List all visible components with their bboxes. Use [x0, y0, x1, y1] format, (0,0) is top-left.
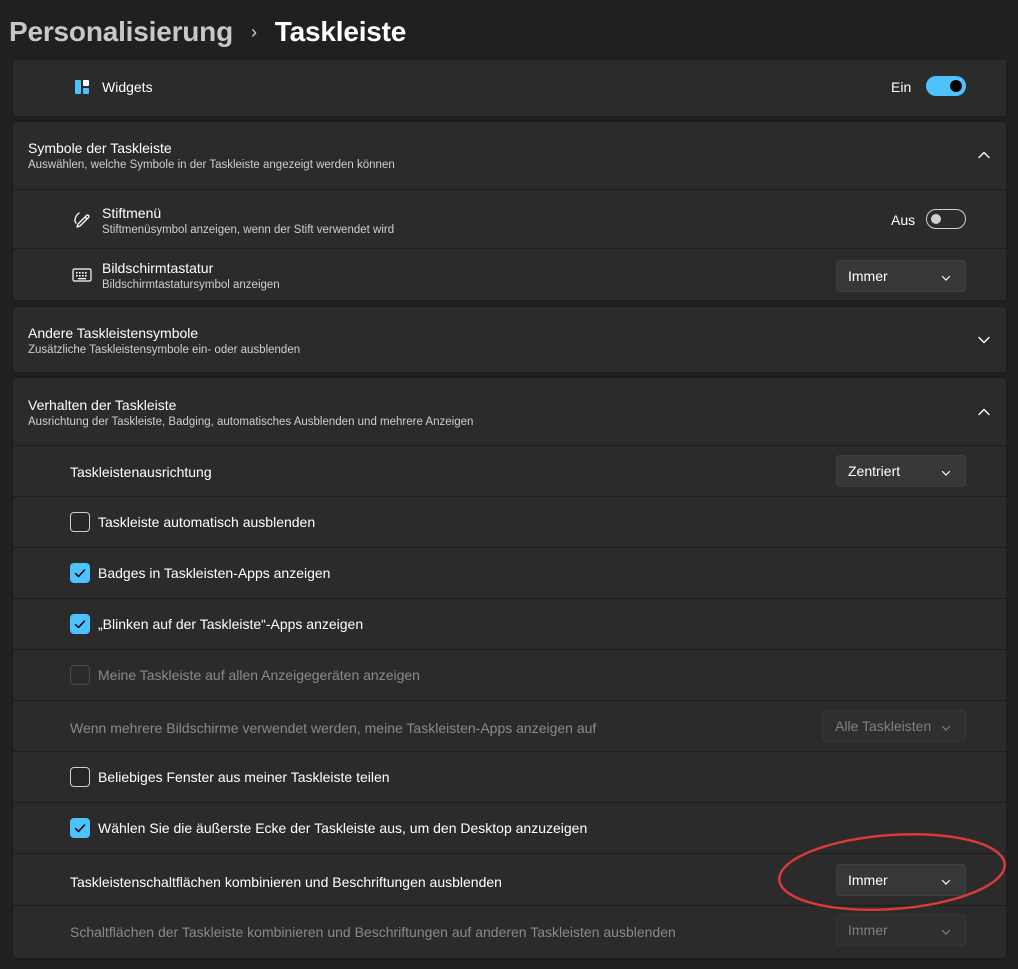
corner-desktop-checkbox[interactable] — [70, 818, 90, 838]
behavior-section-header[interactable]: Verhalten der Taskleiste Ausrichtung der… — [13, 378, 1006, 445]
widgets-label: Widgets — [102, 79, 153, 95]
symbols-section-subtitle: Auswählen, welche Symbole in der Tasklei… — [28, 159, 395, 171]
chevron-up-icon[interactable] — [976, 404, 992, 420]
flashing-row: „Blinken auf der Taskleiste“-Apps anzeig… — [13, 599, 1006, 649]
badges-label: Badges in Taskleisten-Apps anzeigen — [98, 565, 331, 581]
all-displays-row: Meine Taskleiste auf allen Anzeigegeräte… — [13, 650, 1006, 700]
pen-icon — [72, 209, 92, 229]
combine-other-row: Schaltflächen der Taskleiste kombinieren… — [13, 906, 1006, 958]
combine-dropdown[interactable]: Immer — [836, 864, 966, 896]
behavior-section-subtitle: Ausrichtung der Taskleiste, Badging, aut… — [28, 416, 474, 428]
pen-menu-state-text: Aus — [891, 212, 916, 228]
combine-label: Taskleistenschaltflächen kombinieren und… — [70, 874, 502, 890]
symbols-section-header[interactable]: Symbole der Taskleiste Auswählen, welche… — [13, 122, 1006, 189]
widgets-state-text: Ein — [891, 79, 912, 95]
toggle-knob — [931, 214, 941, 224]
chevron-up-icon[interactable] — [976, 147, 992, 163]
alignment-row: Taskleistenausrichtung Zentriert — [13, 446, 1006, 496]
toggle-knob — [950, 80, 962, 92]
breadcrumb-parent-link[interactable]: Personalisierung — [9, 16, 233, 48]
widgets-icon — [74, 79, 90, 95]
breadcrumb: Personalisierung › Taskleiste — [9, 12, 406, 52]
other-section-subtitle: Zusätzliche Taskleistensymbole ein- oder… — [28, 344, 301, 356]
dropdown-value: Immer — [848, 268, 888, 284]
dropdown-value: Zentriert — [848, 463, 901, 479]
combine-other-label: Schaltflächen der Taskleiste kombinieren… — [70, 924, 676, 940]
multi-monitor-row: Wenn mehrere Bildschirme verwendet werde… — [13, 701, 1006, 751]
behavior-section-title: Verhalten der Taskleiste — [28, 397, 177, 413]
chevron-down-icon — [940, 925, 952, 937]
widgets-card: Widgets Ein — [12, 60, 1007, 117]
combine-other-dropdown: Immer — [836, 914, 966, 946]
checkmark-icon — [74, 620, 86, 629]
pen-menu-toggle[interactable] — [926, 209, 966, 229]
checkmark-icon — [74, 824, 86, 833]
touch-keyboard-title: Bildschirmtastatur — [102, 260, 214, 276]
alignment-label: Taskleistenausrichtung — [70, 464, 212, 480]
share-window-row: Beliebiges Fenster aus meiner Taskleiste… — [13, 752, 1006, 802]
all-displays-checkbox — [70, 665, 90, 685]
combine-row: Taskleistenschaltflächen kombinieren und… — [13, 854, 1006, 905]
chevron-down-icon — [940, 466, 952, 478]
multi-monitor-dropdown: Alle Taskleisten — [822, 710, 966, 742]
touch-keyboard-row: Bildschirmtastatur Bildschirmtastatursym… — [13, 249, 1006, 301]
auto-hide-row: Taskleiste automatisch ausblenden — [13, 497, 1006, 547]
pen-menu-title: Stiftmenü — [102, 205, 162, 221]
corner-desktop-row: Wählen Sie die äußerste Ecke der Tasklei… — [13, 803, 1006, 853]
dropdown-value: Immer — [848, 872, 888, 888]
behavior-card: Verhalten der Taskleiste Ausrichtung der… — [12, 377, 1007, 959]
alignment-dropdown[interactable]: Zentriert — [836, 455, 966, 487]
chevron-down-icon — [940, 721, 952, 733]
other-icons-card[interactable]: Andere Taskleistensymbole Zusätzliche Ta… — [12, 306, 1007, 373]
share-window-checkbox[interactable] — [70, 767, 90, 787]
breadcrumb-chevron-icon: › — [251, 21, 257, 42]
multi-monitor-label: Wenn mehrere Bildschirme verwendet werde… — [70, 720, 597, 736]
keyboard-icon — [72, 267, 92, 283]
other-section-title: Andere Taskleistensymbole — [28, 325, 199, 341]
chevron-down-icon[interactable] — [976, 332, 992, 348]
page-title: Taskleiste — [274, 16, 407, 47]
checkmark-icon — [74, 569, 86, 578]
flashing-label: „Blinken auf der Taskleiste“-Apps anzeig… — [98, 616, 364, 632]
flashing-checkbox[interactable] — [70, 614, 90, 634]
symbols-section-title: Symbole der Taskleiste — [28, 140, 172, 156]
badges-checkbox[interactable] — [70, 563, 90, 583]
pen-menu-subtitle: Stiftmenüsymbol anzeigen, wenn der Stift… — [102, 224, 395, 236]
widgets-toggle[interactable] — [926, 76, 966, 96]
auto-hide-checkbox[interactable] — [70, 512, 90, 532]
dropdown-value: Alle Taskleisten — [835, 718, 932, 734]
chevron-down-icon — [940, 875, 952, 887]
touch-keyboard-subtitle: Bildschirmtastatursymbol anzeigen — [102, 279, 280, 291]
auto-hide-label: Taskleiste automatisch ausblenden — [98, 514, 316, 530]
all-displays-label: Meine Taskleiste auf allen Anzeigegeräte… — [98, 667, 420, 683]
dropdown-value: Immer — [848, 922, 888, 938]
badges-row: Badges in Taskleisten-Apps anzeigen — [13, 548, 1006, 598]
share-window-label: Beliebiges Fenster aus meiner Taskleiste… — [98, 769, 390, 785]
touch-keyboard-dropdown[interactable]: Immer — [836, 260, 966, 292]
pen-menu-row: Stiftmenü Stiftmenüsymbol anzeigen, wenn… — [13, 190, 1006, 248]
corner-desktop-label: Wählen Sie die äußerste Ecke der Tasklei… — [98, 820, 588, 836]
symbols-card: Symbole der Taskleiste Auswählen, welche… — [12, 121, 1007, 301]
chevron-down-icon — [940, 271, 952, 283]
